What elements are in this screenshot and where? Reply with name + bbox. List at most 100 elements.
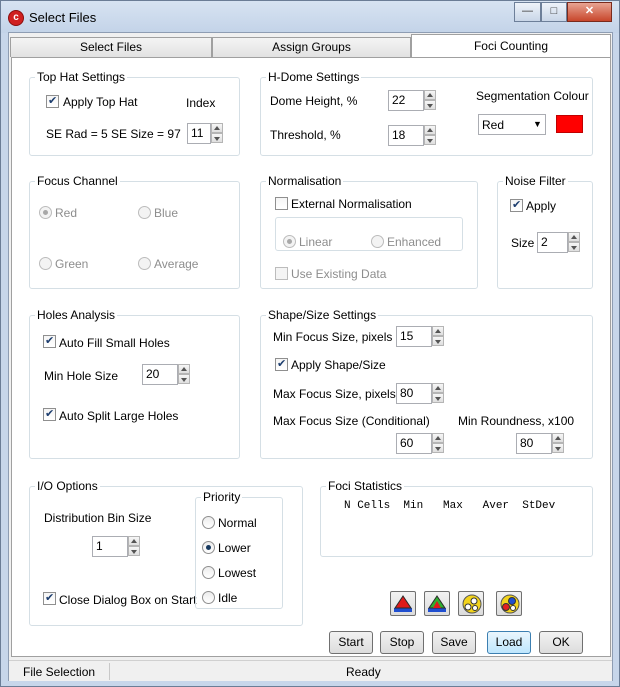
close-dialog-label: Close Dialog Box on Start — [59, 593, 197, 607]
max-focus-conditional-label: Max Focus Size (Conditional) — [273, 414, 430, 428]
foci-colour-overlay-button[interactable] — [496, 591, 522, 616]
min-hole-size-label: Min Hole Size — [44, 369, 119, 383]
dome-height-input[interactable]: 22 — [388, 90, 424, 111]
min-roundness-up-arrow-icon[interactable] — [552, 433, 564, 443]
radio-enhanced[interactable] — [371, 235, 384, 248]
radio-green-label: Green — [55, 257, 89, 271]
apply-top-hat-checkbox[interactable] — [46, 94, 59, 108]
auto-split-checkbox[interactable] — [43, 407, 56, 421]
auto-fill-checkbox[interactable] — [43, 334, 56, 348]
bin-size-down-arrow-icon[interactable] — [128, 546, 140, 556]
index-down-arrow-icon[interactable] — [211, 133, 223, 143]
radio-linear-label: Linear — [299, 235, 333, 249]
dome-height-label: Dome Height, % — [270, 94, 358, 108]
max-focus-conditional-input[interactable]: 60 — [396, 433, 432, 454]
noise-size-label: Size — [511, 236, 535, 250]
app-icon[interactable]: c — [8, 10, 24, 26]
min-focus-size-label: Min Focus Size, pixels — [273, 330, 393, 344]
use-existing-data-checkbox[interactable] — [275, 267, 288, 280]
foci-overlay-icon — [462, 594, 482, 614]
radio-enhanced-label: Enhanced — [387, 235, 442, 249]
stop-button[interactable]: Stop — [380, 631, 424, 654]
chevron-down-icon[interactable]: ▼ — [533, 119, 542, 129]
close-button[interactable]: ✕ — [567, 2, 612, 22]
noise-filter-apply-checkbox[interactable] — [510, 198, 523, 212]
apply-shape-size-checkbox[interactable] — [275, 357, 288, 371]
segmentation-colour-select[interactable]: Red ▼ — [478, 114, 546, 135]
index-input[interactable]: 11 — [187, 123, 211, 144]
radio-average[interactable] — [138, 257, 151, 270]
io-options-legend: I/O Options — [37, 479, 98, 493]
radio-priority-normal-label: Normal — [218, 516, 257, 530]
radio-priority-idle-label: Idle — [218, 591, 238, 605]
noise-filter-legend: Noise Filter — [505, 174, 566, 188]
radio-priority-lowest-label: Lowest — [218, 566, 257, 580]
client-area: Select Files Assign Groups Foci Counting… — [8, 32, 613, 681]
multi-histogram-button[interactable] — [424, 591, 450, 616]
external-normalisation-checkbox[interactable] — [275, 197, 288, 210]
close-dialog-checkbox[interactable] — [43, 591, 56, 605]
noise-size-input[interactable]: 2 — [537, 232, 568, 253]
min-focus-down-arrow-icon[interactable] — [432, 336, 444, 346]
dome-height-down-arrow-icon[interactable] — [424, 100, 436, 110]
min-focus-size-input[interactable]: 15 — [396, 326, 432, 347]
threshold-input[interactable]: 18 — [388, 125, 424, 146]
multi-histogram-icon — [428, 595, 446, 612]
dialog-window: c Select Files — □ ✕ Select Files Assign… — [0, 0, 620, 687]
max-focus-up-arrow-icon[interactable] — [432, 383, 444, 393]
save-button[interactable]: Save — [432, 631, 476, 654]
threshold-up-arrow-icon[interactable] — [424, 125, 436, 135]
min-focus-up-arrow-icon[interactable] — [432, 326, 444, 336]
shape-size-legend: Shape/Size Settings — [268, 308, 377, 322]
max-cond-down-arrow-icon[interactable] — [432, 443, 444, 453]
bin-size-up-arrow-icon[interactable] — [128, 536, 140, 546]
tab-foci-counting[interactable]: Foci Counting — [411, 34, 611, 58]
red-histogram-button[interactable] — [390, 591, 416, 616]
radio-blue[interactable] — [138, 206, 151, 219]
foci-statistics-legend: Foci Statistics — [328, 479, 403, 493]
min-hole-size-input[interactable]: 20 — [142, 364, 178, 385]
radio-linear[interactable] — [283, 235, 296, 248]
foci-colour-overlay-icon — [500, 594, 520, 614]
max-focus-size-input[interactable]: 80 — [396, 383, 432, 404]
normalisation-legend: Normalisation — [268, 174, 342, 188]
start-button[interactable]: Start — [329, 631, 373, 654]
radio-priority-idle[interactable] — [202, 591, 215, 604]
status-divider — [109, 663, 110, 680]
foci-overlay-button[interactable] — [458, 591, 484, 616]
status-left-text: File Selection — [23, 665, 96, 679]
index-label: Index — [186, 96, 216, 110]
segmentation-colour-swatch[interactable] — [556, 115, 583, 133]
min-roundness-input[interactable]: 80 — [516, 433, 552, 454]
ok-button[interactable]: OK — [539, 631, 583, 654]
min-roundness-down-arrow-icon[interactable] — [552, 443, 564, 453]
threshold-label: Threshold, % — [270, 128, 341, 142]
min-hole-size-down-arrow-icon[interactable] — [178, 374, 190, 384]
index-up-arrow-icon[interactable] — [211, 123, 223, 133]
tab-select-files[interactable]: Select Files — [10, 37, 212, 57]
radio-priority-normal[interactable] — [202, 516, 215, 529]
load-button[interactable]: Load — [487, 631, 531, 654]
top-hat-legend: Top Hat Settings — [37, 70, 126, 84]
max-focus-down-arrow-icon[interactable] — [432, 393, 444, 403]
segmentation-colour-label: Segmentation Colour — [476, 89, 589, 103]
radio-priority-lower[interactable] — [202, 541, 215, 554]
title-bar[interactable]: c Select Files — □ ✕ — [1, 1, 619, 33]
bin-size-input[interactable]: 1 — [92, 536, 128, 557]
noise-size-up-arrow-icon[interactable] — [568, 232, 580, 242]
minimize-button[interactable]: — — [514, 2, 541, 22]
auto-split-label: Auto Split Large Holes — [59, 409, 179, 423]
maximize-button[interactable]: □ — [541, 2, 567, 22]
dome-height-up-arrow-icon[interactable] — [424, 90, 436, 100]
use-existing-data-label: Use Existing Data — [291, 267, 387, 281]
radio-priority-lowest[interactable] — [202, 566, 215, 579]
radio-green[interactable] — [39, 257, 52, 270]
min-hole-size-up-arrow-icon[interactable] — [178, 364, 190, 374]
threshold-down-arrow-icon[interactable] — [424, 135, 436, 145]
noise-size-down-arrow-icon[interactable] — [568, 242, 580, 252]
window-title: Select Files — [29, 10, 97, 25]
max-cond-up-arrow-icon[interactable] — [432, 433, 444, 443]
se-info-text: SE Rad = 5 SE Size = 97 — [46, 127, 181, 141]
tab-assign-groups[interactable]: Assign Groups — [212, 37, 411, 57]
radio-red[interactable] — [39, 206, 52, 219]
